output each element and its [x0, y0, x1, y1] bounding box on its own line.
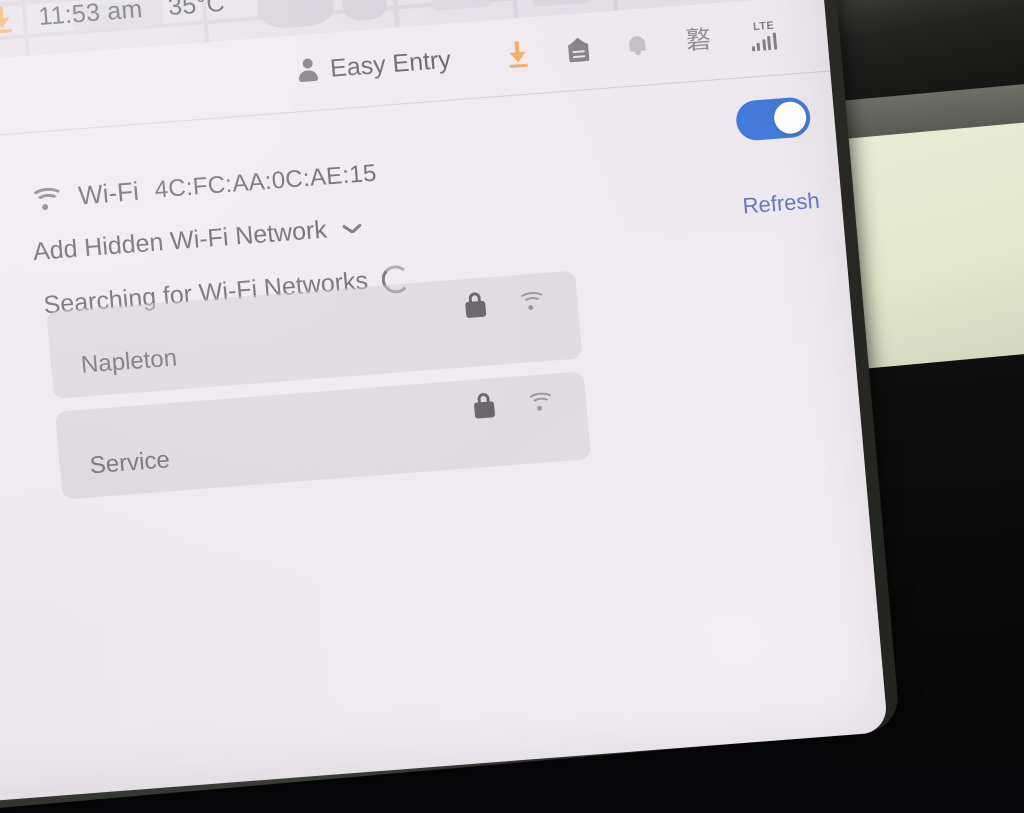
profile-name: Easy Entry [328, 45, 452, 83]
chevron-down-icon [342, 222, 361, 233]
lock-icon [464, 291, 487, 319]
wifi-title: Wi-Fi [76, 175, 141, 211]
network-status-icons [473, 388, 556, 419]
toggle-knob [772, 100, 808, 135]
wifi-signal-icon [517, 290, 547, 312]
network-name: Service [88, 446, 171, 480]
header-icon-tray: 䃦 LTE [505, 20, 778, 71]
bell-icon[interactable] [627, 34, 647, 57]
refresh-button[interactable]: Refresh [742, 188, 821, 220]
add-hidden-network-label: Add Hidden Wi-Fi Network [31, 215, 328, 267]
lte-signal-icon[interactable]: LTE [750, 20, 778, 52]
wifi-toggle-container [734, 96, 812, 142]
signal-bars [751, 32, 778, 52]
download-arrow-icon[interactable] [505, 41, 529, 69]
lte-label: LTE [752, 19, 775, 34]
network-status-icons [464, 287, 547, 319]
wifi-signal-icon [526, 390, 556, 412]
clock-time: 11:53 am [37, 0, 144, 31]
add-hidden-network-button[interactable]: Add Hidden Wi-Fi Network [32, 213, 362, 267]
lock-icon [473, 392, 496, 419]
tesla-touchscreen: 11:53 am 35°C ☺☼ PASSENGER AIRBAG OFF Ea… [0, 0, 889, 805]
network-name: Napleton [79, 344, 179, 379]
download-arrow-icon[interactable] [0, 6, 14, 34]
outside-temperature: 35°C [166, 0, 226, 21]
wifi-title-row: Wi-Fi 4C:FC:AA:0C:AE:15 [29, 158, 378, 215]
document-icon[interactable] [567, 37, 590, 63]
person-icon [297, 58, 319, 83]
profile-button[interactable]: Easy Entry [297, 45, 452, 86]
bluetooth-icon[interactable]: 䃦 [685, 25, 712, 55]
network-list: Napleton Service [46, 270, 592, 513]
wifi-mac-address: 4C:FC:AA:0C:AE:15 [153, 159, 378, 204]
wifi-toggle[interactable] [734, 96, 812, 142]
wifi-icon [29, 185, 66, 211]
settings-sidebar: Settings Dynamics Charging Autopilot Loc… [0, 59, 59, 805]
